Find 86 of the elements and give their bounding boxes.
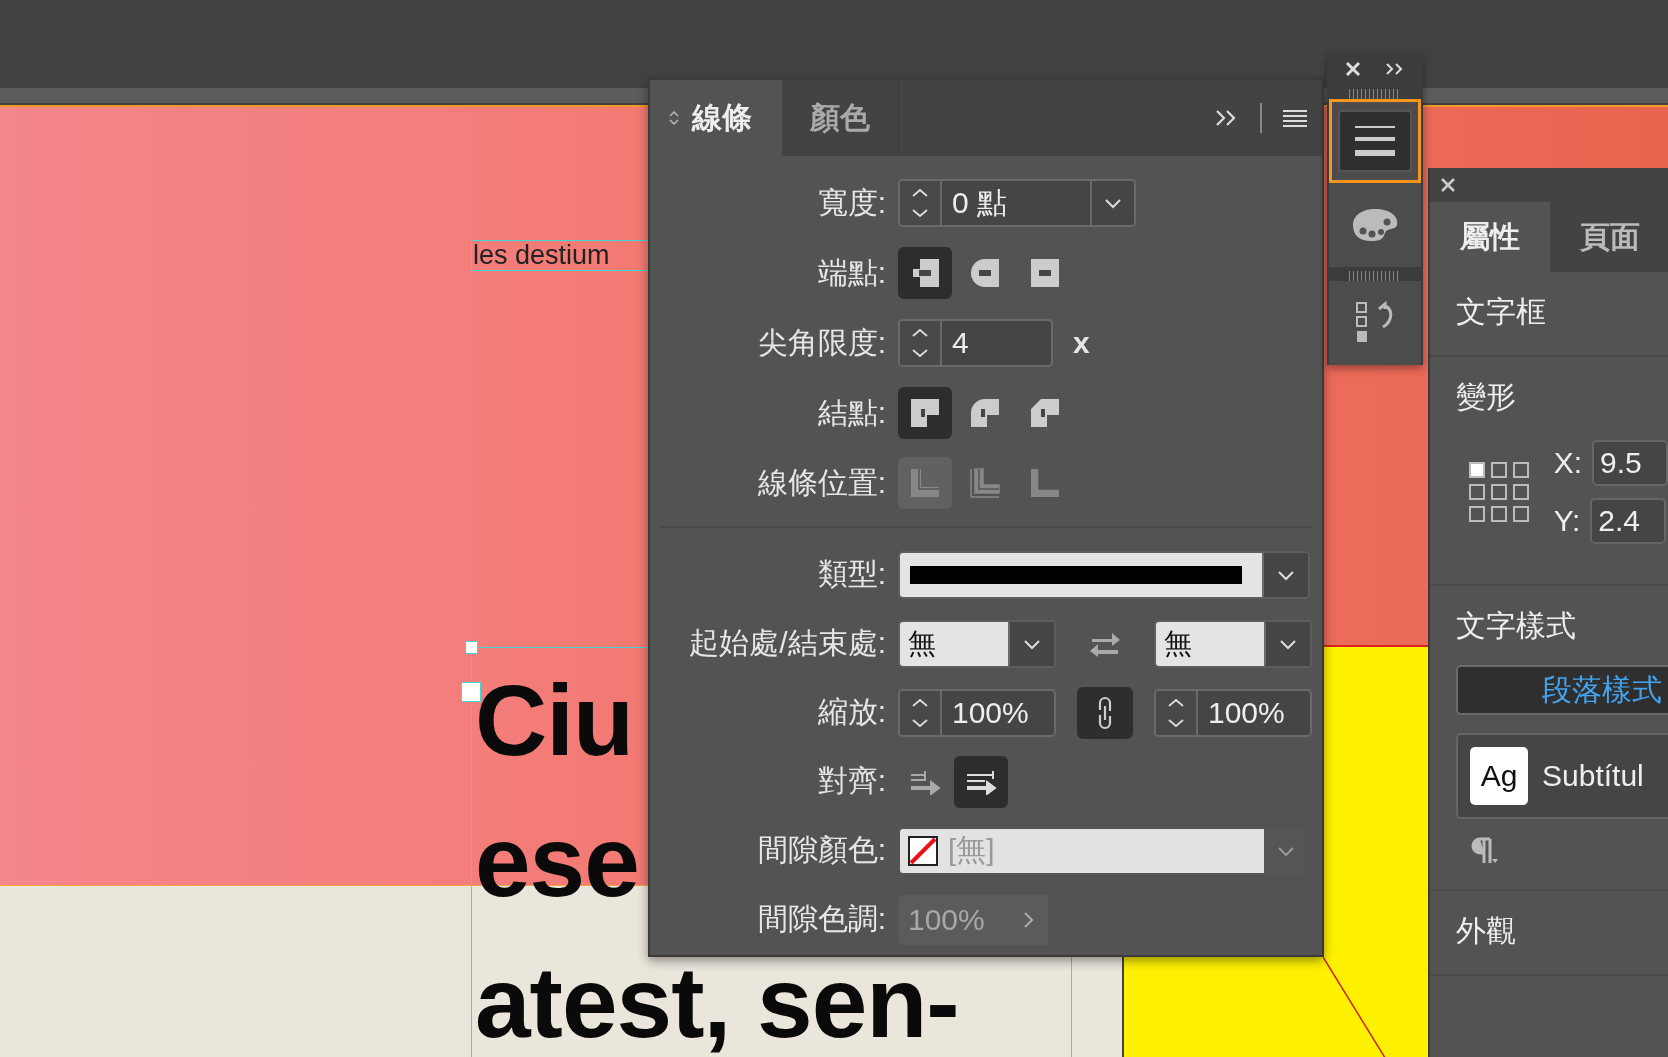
y-position-field[interactable]: 2.4 <box>1590 498 1667 544</box>
dock-button[interactable] <box>1329 183 1421 268</box>
join-button[interactable] <box>898 387 952 439</box>
dock-button[interactable] <box>1329 98 1421 184</box>
inside-stroke-icon <box>969 467 1001 499</box>
close-icon[interactable] <box>1345 60 1361 77</box>
up-down-icon <box>910 186 930 220</box>
close-icon[interactable] <box>1440 177 1456 193</box>
headline-text: ese <box>475 805 639 917</box>
field-label: 對齊: <box>816 763 887 799</box>
extend-arrow-icon <box>909 768 941 795</box>
field-label: Y: <box>1553 504 1581 538</box>
stepper-button[interactable] <box>900 181 942 225</box>
bevel-join-icon <box>1029 397 1061 429</box>
chevron-down-icon <box>1277 568 1295 581</box>
section-title: 變形 <box>1456 379 1517 415</box>
field-label: 尖角限度: <box>756 324 887 361</box>
square-cap-icon <box>1029 257 1061 289</box>
fit-arrow-icon <box>965 768 997 795</box>
field-label: X: <box>1553 446 1582 480</box>
panel-tab[interactable]: 線條 <box>650 80 782 156</box>
chevron-down-icon <box>1277 844 1295 857</box>
section-title: 文字樣式 <box>1456 608 1577 644</box>
link-button[interactable] <box>1077 686 1133 739</box>
dropdown-button[interactable] <box>1090 181 1134 225</box>
round-join-icon <box>969 397 1001 429</box>
object-type-label: 文字框 <box>1456 294 1547 330</box>
selection-handle[interactable] <box>465 641 478 654</box>
up-down-icon <box>668 108 680 128</box>
selection-handle[interactable] <box>461 682 481 702</box>
stepper-button[interactable] <box>900 690 942 735</box>
scale-field[interactable]: 100% <box>942 690 1054 735</box>
style-name: Subtítul <box>1542 759 1644 793</box>
grip-handle[interactable] <box>1349 271 1401 281</box>
stroke-type-dropdown[interactable] <box>898 550 1310 599</box>
dropdown-value: 無 <box>900 621 1008 666</box>
headline-text: atest, sen- <box>475 946 959 1057</box>
end-dropdown[interactable]: 無 <box>1154 619 1312 668</box>
dropdown-value: 無 <box>1156 621 1264 666</box>
text-frame[interactable]: les destium <box>471 240 648 271</box>
miter-join-icon <box>909 397 941 429</box>
history-icon <box>1355 300 1395 345</box>
panel-tab[interactable]: 屬性 <box>1430 202 1550 272</box>
menu-icon[interactable] <box>1282 108 1308 128</box>
palette-icon <box>1351 207 1399 244</box>
start-dropdown[interactable]: 無 <box>898 619 1056 668</box>
unit-label: x <box>1073 326 1090 360</box>
field-label: 結點: <box>816 394 887 431</box>
scale-field[interactable]: 100% <box>1198 690 1310 735</box>
field-label: 間隙色調: <box>756 901 887 937</box>
weight-field[interactable]: 0 點 <box>942 181 1090 225</box>
up-down-icon <box>910 326 930 360</box>
style-dropdown[interactable]: Ag Subtítul <box>1456 733 1668 819</box>
reference-point-icon[interactable] <box>1468 461 1530 523</box>
field-label: 端點: <box>816 254 887 291</box>
field-label: 線條位置: <box>756 464 887 501</box>
chevron-down-icon <box>1279 637 1297 650</box>
x-position-field[interactable]: 9.5 <box>1592 440 1668 486</box>
style-preview-tile: Ag <box>1470 747 1528 805</box>
field-label: 寬度: <box>816 184 887 221</box>
field-label: 縮放: <box>816 694 887 730</box>
headline-text: Ciu <box>475 664 634 776</box>
chevron-right-icon <box>1022 909 1034 930</box>
chevron-down-icon <box>1023 637 1041 650</box>
paragraph-style-button[interactable]: 段落樣式 <box>1456 665 1668 715</box>
center-stroke-icon <box>909 467 941 499</box>
field-label: 間隙顏色: <box>756 832 887 868</box>
dropdown-value: [無] <box>948 832 995 868</box>
align-button[interactable] <box>954 755 1008 808</box>
stepper-button[interactable] <box>1156 690 1198 735</box>
grip-handle[interactable] <box>1349 89 1401 99</box>
panel-tab[interactable]: 頁面 <box>1550 202 1668 272</box>
cap-button[interactable] <box>898 247 952 299</box>
outside-stroke-icon <box>1029 467 1061 499</box>
chevron-down-icon <box>1104 197 1122 209</box>
canvas-text: les destium <box>472 242 610 269</box>
no-color-swatch-icon <box>908 835 938 866</box>
dock-button[interactable] <box>1329 280 1421 365</box>
field-label: 類型: <box>816 556 887 592</box>
section-title: 外觀 <box>1456 913 1517 949</box>
miter-limit-field[interactable]: 4 <box>942 321 1051 365</box>
panel-tab[interactable]: 顏色 <box>782 80 899 156</box>
stroke-lines-icon <box>1353 124 1397 158</box>
double-chevron-icon[interactable] <box>1385 61 1405 76</box>
round-cap-icon <box>969 257 1001 289</box>
stepper-button[interactable] <box>900 321 942 365</box>
